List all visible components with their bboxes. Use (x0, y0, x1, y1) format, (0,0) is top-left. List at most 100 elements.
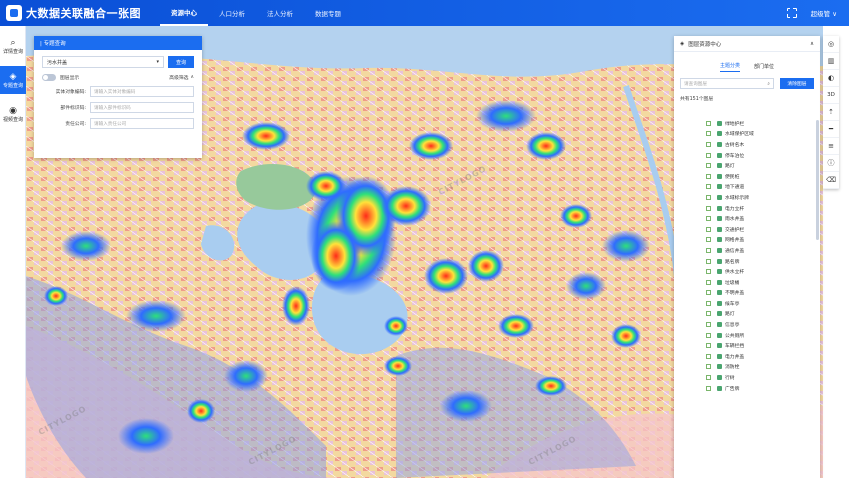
checkbox[interactable] (706, 237, 711, 243)
checkbox[interactable] (706, 332, 711, 338)
list-item[interactable]: 路灯 (674, 309, 820, 320)
list-item[interactable]: 古树名木 (674, 139, 820, 150)
checkbox[interactable] (706, 173, 711, 179)
checkbox[interactable] (706, 247, 711, 253)
checkbox[interactable] (706, 311, 711, 317)
list-item[interactable]: 候车亭 (674, 298, 820, 309)
layer-search-placeholder: 请查询图层 (684, 81, 707, 87)
topic-query-panel: | 专题查询 污水井盖 ▾ 查询 图层显示 高级筛选 ∧ 实体对象编码: 请输入… (34, 36, 202, 158)
query-button[interactable]: 查询 (168, 56, 194, 68)
list-item[interactable]: 停车泊位 (674, 150, 820, 161)
checkbox[interactable] (706, 141, 711, 147)
globe-icon[interactable]: ◎ (823, 36, 839, 53)
list-item[interactable]: 车辆拦挡 (674, 340, 820, 351)
list-item[interactable]: 垃圾桶 (674, 277, 820, 288)
layer-list-scrollbar[interactable] (816, 120, 819, 240)
clear-layers-button[interactable]: 清除图层 (780, 78, 814, 89)
list-item[interactable]: 绿地护栏 (674, 118, 820, 129)
layer-count: 共有151个图层 (680, 97, 714, 102)
fullscreen-icon[interactable] (785, 7, 797, 18)
checkbox[interactable] (706, 216, 711, 222)
list-item[interactable]: 消防栓 (674, 362, 820, 373)
checkbox[interactable] (706, 194, 711, 200)
rail-item-video-query[interactable]: ◉ 视频查询 (0, 100, 26, 128)
list-item[interactable]: 行树 (674, 372, 820, 383)
rail-item-topic-query[interactable]: ◈ 专题查询 (0, 66, 26, 94)
list-item[interactable]: 路灯 (674, 160, 820, 171)
trash-icon[interactable]: ⌫ (823, 172, 839, 189)
list-item[interactable]: 信息亭 (674, 319, 820, 330)
checkbox[interactable] (706, 375, 711, 381)
rail-item-detail-query[interactable]: ⌕ 详情查询 (0, 32, 26, 60)
layer-label: 行树 (725, 376, 735, 382)
checkbox[interactable] (706, 258, 711, 264)
checkbox[interactable] (706, 300, 711, 306)
app-title: 大数据关联融合一张图 (26, 7, 141, 20)
list-item[interactable]: 电力井盖 (674, 351, 820, 362)
tab-legal-entity-analysis[interactable]: 法人分析 (256, 0, 304, 26)
compass-icon[interactable]: ⇡ (823, 104, 839, 121)
list-item[interactable]: 网格井盖 (674, 235, 820, 246)
list-item[interactable]: 广告牌 (674, 383, 820, 394)
earth-icon[interactable]: ◐ (823, 70, 839, 87)
tab-department[interactable]: 部门单位 (754, 63, 774, 72)
checkbox[interactable] (706, 120, 711, 126)
layer-icon (717, 131, 722, 137)
tab-resource-center[interactable]: 资源中心 (160, 0, 208, 26)
user-menu[interactable]: 超级管 ∨ (811, 8, 837, 18)
list-item[interactable]: 雨水井盖 (674, 213, 820, 224)
layer-icon (717, 385, 722, 391)
layer-display-toggle[interactable] (42, 74, 56, 81)
layer-search-input[interactable]: 请查询图层 ⌕ (680, 78, 774, 89)
3d-icon[interactable]: 3D (823, 87, 839, 104)
checkbox[interactable] (706, 184, 711, 190)
layers-search-icon: ◈ (9, 71, 17, 82)
layers-icon[interactable]: ≡ (823, 138, 839, 155)
measure-icon[interactable]: ━ (823, 121, 839, 138)
layer-icon (717, 152, 722, 158)
layer-search-row: 请查询图层 ⌕ 清除图层 (680, 78, 814, 89)
list-item[interactable]: 路名牌 (674, 256, 820, 267)
checkbox[interactable] (706, 322, 711, 328)
checkbox[interactable] (706, 353, 711, 359)
checkbox[interactable] (706, 205, 711, 211)
layer-label: 绿地护栏 (725, 121, 745, 127)
list-item[interactable]: 电力立杆 (674, 203, 820, 214)
map-icon[interactable]: ▥ (823, 53, 839, 70)
checkbox[interactable] (706, 226, 711, 232)
company-input[interactable]: 请输入责任公司 (90, 118, 194, 129)
list-item[interactable]: 公共厕所 (674, 330, 820, 341)
tab-data-topics[interactable]: 数据专题 (304, 0, 352, 26)
list-item[interactable]: 不明井盖 (674, 288, 820, 299)
list-item[interactable]: 交通护栏 (674, 224, 820, 235)
list-item[interactable]: 水域保护区域 (674, 129, 820, 140)
list-item[interactable]: 水域标示牌 (674, 192, 820, 203)
list-item[interactable]: 通信井盖 (674, 245, 820, 256)
checkbox[interactable] (706, 385, 711, 391)
layer-label: 路名牌 (725, 259, 740, 265)
field-label-component-id: 部件标识码: (60, 106, 86, 111)
entity-code-input[interactable]: 请输入实体对象编码 (90, 86, 194, 97)
layer-label: 广告牌 (725, 386, 740, 392)
checkbox[interactable] (706, 364, 711, 370)
layers-icon: ◈ (680, 40, 685, 47)
advanced-filter-toggle[interactable]: 高级筛选 (169, 74, 188, 81)
list-item[interactable]: 便民桩 (674, 171, 820, 182)
checkbox[interactable] (706, 279, 711, 285)
tab-theme-category[interactable]: 主题分类 (719, 62, 740, 72)
component-id-input[interactable]: 请输入部件标识码 (90, 102, 194, 113)
checkbox[interactable] (706, 343, 711, 349)
checkbox[interactable] (706, 131, 711, 137)
tab-population-analysis[interactable]: 人口分析 (208, 0, 256, 26)
chevron-up-icon[interactable]: ∧ (190, 75, 194, 80)
category-select[interactable]: 污水井盖 ▾ (42, 56, 164, 68)
layer-label: 网格井盖 (725, 238, 745, 244)
checkbox[interactable] (706, 290, 711, 296)
info-icon[interactable]: ⓘ (823, 155, 839, 172)
checkbox[interactable] (706, 163, 711, 169)
checkbox[interactable] (706, 152, 711, 158)
chevron-up-icon[interactable]: ∧ (810, 41, 814, 47)
list-item[interactable]: 地下通道 (674, 182, 820, 193)
checkbox[interactable] (706, 269, 711, 275)
list-item[interactable]: 供水立杆 (674, 266, 820, 277)
